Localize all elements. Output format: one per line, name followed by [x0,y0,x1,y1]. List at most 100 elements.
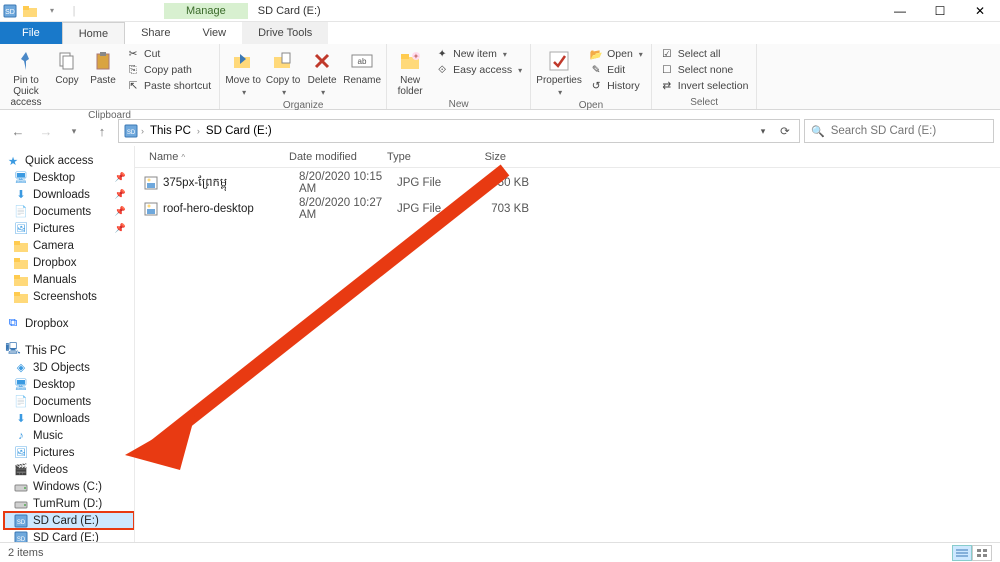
copy-to-button[interactable]: Copy to▾ [264,46,302,100]
pin-label: Pin to Quick access [5,75,47,108]
dropbox-icon: ⧉ [6,317,20,331]
address-dropdown-button[interactable]: ▾ [753,121,773,141]
folder-icon [14,239,28,253]
folder-icon [14,290,28,304]
invert-selection-button[interactable]: ⇄Invert selection [656,78,753,94]
tree-item-pictures[interactable]: 🖼Pictures [4,444,134,461]
nav-tree[interactable]: ★Quick access 🖥Desktop📌⬇Downloads📌📄Docum… [0,146,135,542]
pin-to-quick-access-button[interactable]: Pin to Quick access [4,46,48,110]
search-input[interactable] [831,125,987,137]
file-list[interactable]: 375px-ព្រែកម្ពុ8/20/2020 10:15 AMJPG Fil… [135,168,1000,224]
tree-quick-access-root[interactable]: ★Quick access [4,152,134,169]
maximize-button[interactable]: ☐ [920,0,960,22]
delete-button[interactable]: Delete▾ [304,46,340,100]
refresh-button[interactable]: ⟳ [775,121,795,141]
paste-shortcut-button[interactable]: ⇱Paste shortcut [122,78,215,94]
copy-button[interactable]: Copy [50,46,84,88]
folder-icon [14,256,28,270]
tree-item-sd-card-e-[interactable]: SDSD Card (E:) [4,529,134,542]
tab-file[interactable]: File [0,22,62,44]
new-folder-button[interactable]: ✦New folder [391,46,429,99]
file-date: 8/20/2020 10:15 AM [299,171,397,195]
qat: SD ▾ | [0,1,84,21]
tree-this-pc-root[interactable]: 🖳This PC [4,342,134,359]
svg-text:SD: SD [17,520,26,526]
tree-item-sd-card-e-[interactable]: SDSD Card (E:) [4,512,134,529]
qat-separator: | [64,1,84,21]
file-row[interactable]: 375px-ព្រែកម្ពុ8/20/2020 10:15 AMJPG Fil… [135,170,1000,196]
tree-item-desktop[interactable]: 🖥Desktop📌 [4,169,134,186]
sd-icon: SD [14,514,28,528]
thumbnails-view-button[interactable] [972,545,992,561]
up-button[interactable]: ↑ [90,119,114,143]
tree-item-documents[interactable]: 📄Documents📌 [4,203,134,220]
open-group-label: Open [535,100,647,112]
3d-icon: ◈ [14,361,28,375]
organize-group-label: Organize [224,100,382,112]
select-none-button[interactable]: ☐Select none [656,62,753,78]
properties-button[interactable]: Properties▾ [535,46,583,100]
history-button[interactable]: ↺History [585,78,647,94]
tree-item-videos[interactable]: 🎬Videos [4,461,134,478]
file-size: 50 KB [469,177,529,189]
copy-icon [53,48,81,74]
tree-item-screenshots[interactable]: Screenshots [4,288,134,305]
copy-path-button[interactable]: ⎘Copy path [122,62,215,78]
tree-item-pictures[interactable]: 🖼Pictures📌 [4,220,134,237]
tree-item-manuals[interactable]: Manuals [4,271,134,288]
tab-share[interactable]: Share [125,22,186,44]
tab-view[interactable]: View [186,22,242,44]
tree-item-dropbox[interactable]: Dropbox [4,254,134,271]
qat-dropdown-icon[interactable]: ▾ [42,1,62,21]
close-button[interactable]: ✕ [960,0,1000,22]
open-button[interactable]: 📂Open▾ [585,46,647,62]
col-type[interactable]: Type [381,148,453,166]
tree-item-tumrum-d-[interactable]: TumRum (D:) [4,495,134,512]
search-box[interactable]: 🔍 [804,119,994,143]
new-item-button[interactable]: ✦New item▾ [431,46,526,62]
tree-item-desktop[interactable]: 🖥Desktop [4,376,134,393]
contextual-tab-manage[interactable]: Manage [164,3,248,19]
new-folder-icon: ✦ [396,48,424,74]
breadcrumb-this-pc[interactable]: This PC [146,123,195,139]
col-size[interactable]: Size [453,148,513,166]
paste-button[interactable]: Paste [86,46,120,88]
address-bar[interactable]: SD › This PC › SD Card (E:) ▾ ⟳ [118,119,800,143]
tree-item-camera[interactable]: Camera [4,237,134,254]
minimize-button[interactable]: — [880,0,920,22]
col-date[interactable]: Date modified [283,148,381,166]
select-all-button[interactable]: ☑Select all [656,46,753,62]
tree-dropbox-root[interactable]: ⧉Dropbox [4,315,134,332]
back-button[interactable]: ← [6,119,30,143]
tree-item-downloads[interactable]: ⬇Downloads📌 [4,186,134,203]
move-to-button[interactable]: Move to▾ [224,46,262,100]
crumb-sep-icon[interactable]: › [197,126,200,136]
edit-button[interactable]: ✎Edit [585,62,647,78]
pin-icon [12,48,40,74]
tree-item-music[interactable]: ♪Music [4,427,134,444]
crumb-sep-icon[interactable]: › [141,126,144,136]
tab-drive-tools[interactable]: Drive Tools [242,22,328,44]
file-row[interactable]: roof-hero-desktop8/20/2020 10:27 AMJPG F… [135,196,1000,222]
new-item-icon: ✦ [435,47,449,61]
easy-access-button[interactable]: ⟐Easy access▾ [431,62,526,78]
rename-button[interactable]: abRename [342,46,382,88]
tree-item-windows-c-[interactable]: Windows (C:) [4,478,134,495]
cut-button[interactable]: ✂Cut [122,46,215,62]
move-to-icon [229,48,257,74]
tree-item-3d-objects[interactable]: ◈3D Objects [4,359,134,376]
jpg-file-icon [143,201,159,217]
tab-home[interactable]: Home [62,22,125,44]
rename-icon: ab [348,48,376,74]
qat-folder-icon[interactable] [20,1,40,21]
tree-item-documents[interactable]: 📄Documents [4,393,134,410]
tree-item-downloads[interactable]: ⬇Downloads [4,410,134,427]
this-pc-icon: 🖳 [6,344,20,358]
history-dropdown-button[interactable]: ▾ [62,119,86,143]
col-name[interactable]: Name ^ [143,148,283,166]
select-group-label: Select [656,97,753,109]
breadcrumb-sd-card[interactable]: SD Card (E:) [202,123,276,139]
forward-button[interactable]: → [34,119,58,143]
details-view-button[interactable] [952,545,972,561]
tree-quick-access: ★Quick access 🖥Desktop📌⬇Downloads📌📄Docum… [4,152,134,305]
